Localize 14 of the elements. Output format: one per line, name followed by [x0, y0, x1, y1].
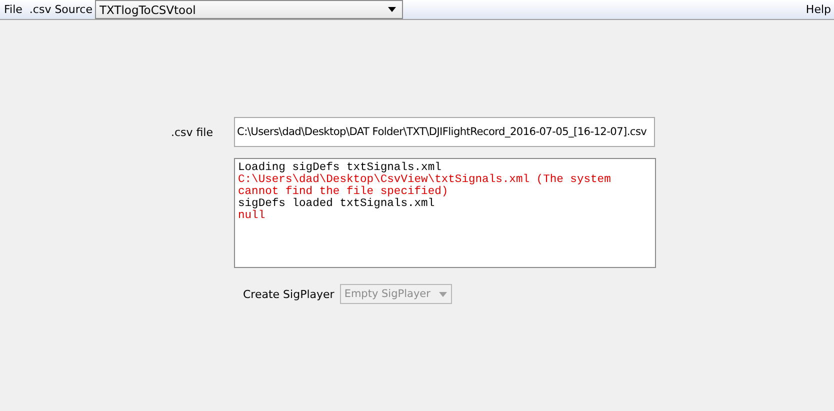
log-line: C:\Users\dad\Desktop\CsvView\txtSignals.xml (The system cannot find the file specified)	[238, 174, 612, 198]
source-combo[interactable]: TXTlogToCSVtool	[95, 0, 404, 19]
menu-item[interactable]: File	[0, 3, 26, 16]
menu-item[interactable]: Help	[802, 3, 834, 16]
csv-file-field[interactable]: C:\Users\dad\Desktop\DAT Folder\TXT\DJIFlightRecord_2016-07-05_[16-12-07].csv	[234, 117, 655, 147]
log-line: Loading sigDefs txtSignals.xml	[238, 162, 442, 174]
log-area[interactable]: Loading sigDefs txtSignals.xml C:\Users\dad\Desktop\CsvView\txtSignals.xml (The system cannot find the file specified) sigDefs loaded txtSignals.xml null	[234, 158, 656, 268]
caret-icon	[388, 7, 396, 12]
log-line: sigDefs loaded txtSignals.xml	[238, 198, 436, 210]
field-label: .csv file	[170, 126, 213, 138]
caret-icon	[439, 292, 448, 296]
log-line: null	[238, 210, 266, 222]
sigplayer-label: Create SigPlayer	[243, 288, 334, 300]
source-label: .csv Source	[28, 3, 94, 16]
